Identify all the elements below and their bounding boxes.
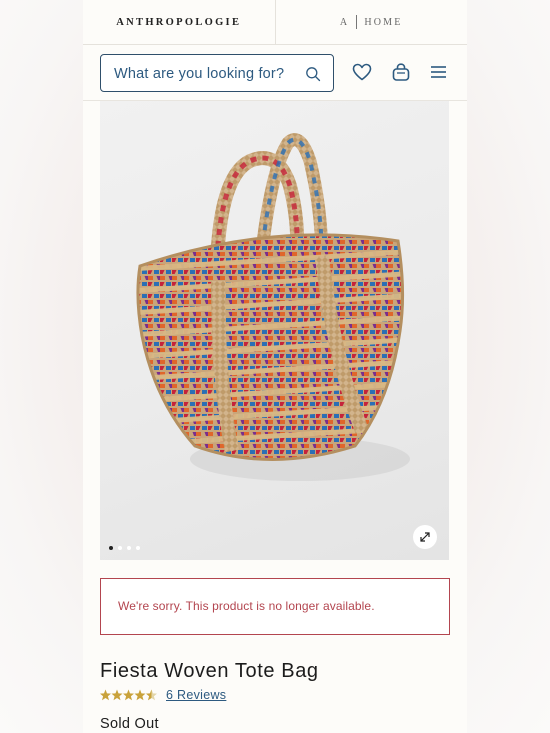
- gallery-dot[interactable]: [118, 546, 122, 550]
- gallery-dot[interactable]: [109, 546, 113, 550]
- search-placeholder: What are you looking for?: [114, 66, 285, 82]
- expand-button[interactable]: [413, 525, 437, 549]
- brand-tabs: ANTHROPOLOGIE A HOME: [83, 0, 467, 45]
- tab-anthropologie[interactable]: ANTHROPOLOGIE: [83, 0, 275, 44]
- gallery-dot[interactable]: [127, 546, 131, 550]
- search-input[interactable]: What are you looking for?: [100, 54, 334, 92]
- star-icon: [123, 689, 134, 700]
- tab-home-mark: A: [339, 16, 350, 28]
- heart-icon[interactable]: [351, 61, 373, 83]
- availability-status: Sold Out: [100, 716, 159, 732]
- product-page: ANTHROPOLOGIE A HOME What are you lookin…: [83, 0, 467, 733]
- product-title: Fiesta Woven Tote Bag: [100, 660, 319, 682]
- product-image[interactable]: [100, 101, 449, 560]
- star-icon: [111, 689, 123, 700]
- rating-row: 6 Reviews: [100, 688, 226, 702]
- star-icon: [100, 689, 111, 700]
- star-rating: [100, 689, 157, 700]
- site-header: What are you looking for?: [83, 45, 467, 101]
- menu-icon[interactable]: [428, 61, 450, 83]
- star-icon: [134, 689, 146, 700]
- gallery-dots: [109, 546, 140, 550]
- reviews-link[interactable]: 6 Reviews: [166, 688, 226, 702]
- expand-icon: [420, 532, 430, 542]
- shopping-bag-icon[interactable]: [390, 61, 412, 83]
- gallery-dot[interactable]: [136, 546, 140, 550]
- alert-message: We're sorry. This product is no longer a…: [118, 599, 375, 613]
- tab-home-label: HOME: [364, 16, 403, 28]
- tab-home-divider: [356, 15, 358, 29]
- search-icon[interactable]: [305, 66, 321, 82]
- tab-a-home[interactable]: A HOME: [274, 0, 468, 44]
- tote-bag-image: [136, 133, 410, 481]
- unavailable-alert: We're sorry. This product is no longer a…: [100, 578, 450, 635]
- tab-anthropologie-label: ANTHROPOLOGIE: [116, 16, 242, 28]
